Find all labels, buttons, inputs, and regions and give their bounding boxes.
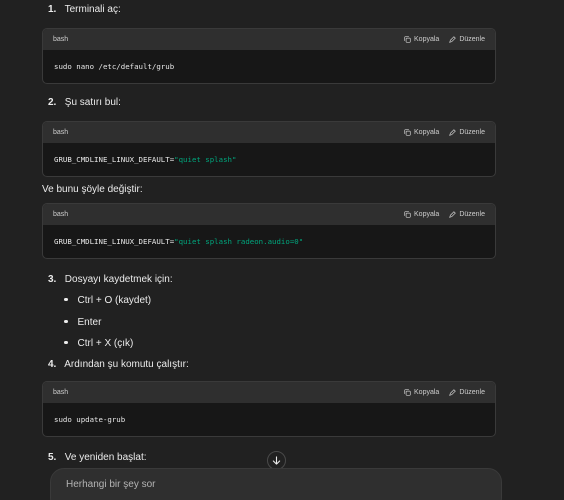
edit-button[interactable]: Düzenle (449, 129, 485, 136)
copy-icon (404, 129, 411, 136)
step-2: 2. Şu satırı bul: (48, 97, 121, 108)
arrow-down-icon (272, 456, 281, 465)
copy-button[interactable]: Kopyala (404, 129, 439, 136)
code-header: bash Kopyala Düzenle (43, 29, 495, 50)
code-language: bash (53, 211, 69, 218)
bullet-icon (64, 340, 68, 345)
pencil-icon (449, 389, 457, 396)
code-header: bash Kopyala Düzenle (43, 204, 495, 225)
edit-button[interactable]: Düzenle (449, 389, 485, 396)
code-content[interactable]: GRUB_CMDLINE_LINUX_DEFAULT= "quiet splash… (43, 143, 495, 176)
step-text: Dosyayı kaydetmek için: (64, 274, 173, 285)
edit-label: Düzenle (459, 129, 485, 136)
code-content[interactable]: sudo update-grub (43, 403, 495, 436)
bullet-icon (64, 297, 68, 302)
code-header: bash Kopyala Düzenle (43, 122, 495, 143)
code-prefix: GRUB_CMDLINE_LINUX_DEFAULT= (54, 237, 175, 246)
step-text: Ve yeniden başlat: (64, 452, 147, 463)
step-3: 3. Dosyayı kaydetmek için: (48, 274, 173, 285)
composer (50, 468, 502, 500)
copy-label: Kopyala (414, 211, 440, 218)
copy-icon (404, 211, 411, 218)
code-block-4: bash Kopyala Düzenle sudo update-grub (42, 381, 496, 437)
bullet-icon (64, 319, 68, 324)
message-input[interactable] (66, 479, 486, 490)
pencil-icon (449, 211, 457, 218)
code-content[interactable]: GRUB_CMDLINE_LINUX_DEFAULT= "quiet splash… (43, 225, 495, 258)
code-string: "quiet splash radeon.audio=0" (174, 237, 304, 246)
step-4: 4. Ardından şu komutu çalıştır: (48, 359, 189, 370)
step-number: 5. (48, 452, 57, 463)
code-block-3: bash Kopyala Düzenle GRUB_CMDLINE_LINUX_… (42, 203, 496, 259)
code-prefix: GRUB_CMDLINE_LINUX_DEFAULT= (54, 155, 175, 164)
edit-label: Düzenle (459, 36, 485, 43)
copy-label: Kopyala (414, 389, 440, 396)
list-item: Ctrl + O (kaydet) (64, 295, 151, 306)
step-text: Şu satırı bul: (64, 97, 121, 108)
step-number: 4. (48, 359, 57, 370)
step-5: 5. Ve yeniden başlat: (48, 452, 147, 463)
list-item-text: Ctrl + X (çık) (77, 338, 134, 349)
pencil-icon (449, 129, 457, 136)
list-item: Enter (64, 317, 101, 328)
list-item-text: Enter (77, 317, 102, 328)
step-number: 3. (48, 274, 57, 285)
step-text: Terminali aç: (64, 4, 121, 15)
edit-label: Düzenle (459, 389, 485, 396)
copy-icon (404, 389, 411, 396)
code-string: "quiet splash" (174, 155, 237, 164)
code-header: bash Kopyala Düzenle (43, 382, 495, 403)
code-block-2: bash Kopyala Düzenle GRUB_CMDLINE_LINUX_… (42, 121, 496, 177)
edit-button[interactable]: Düzenle (449, 36, 485, 43)
copy-button[interactable]: Kopyala (404, 36, 439, 43)
edit-button[interactable]: Düzenle (449, 211, 485, 218)
step-text: Ardından şu komutu çalıştır: (64, 359, 189, 370)
code-content[interactable]: sudo nano /etc/default/grub (43, 50, 495, 83)
code-text: sudo nano /etc/default/grub (54, 62, 175, 71)
code-language: bash (53, 389, 69, 396)
step-1: 1. Terminali aç: (48, 4, 121, 15)
step-number: 2. (48, 97, 57, 108)
code-text: sudo update-grub (54, 415, 126, 424)
list-item-text: Ctrl + O (kaydet) (77, 295, 152, 306)
code-language: bash (53, 129, 69, 136)
code-block-1: bash Kopyala Düzenle sudo nano /etc/defa… (42, 28, 496, 84)
code-language: bash (53, 36, 69, 43)
copy-icon (404, 36, 411, 43)
edit-label: Düzenle (459, 211, 485, 218)
copy-button[interactable]: Kopyala (404, 211, 439, 218)
copy-label: Kopyala (414, 36, 440, 43)
copy-label: Kopyala (414, 129, 440, 136)
pencil-icon (449, 36, 457, 43)
list-item: Ctrl + X (çık) (64, 338, 133, 349)
copy-button[interactable]: Kopyala (404, 389, 439, 396)
step-number: 1. (48, 4, 57, 15)
replace-instruction: Ve bunu şöyle değiştir: (42, 184, 143, 195)
